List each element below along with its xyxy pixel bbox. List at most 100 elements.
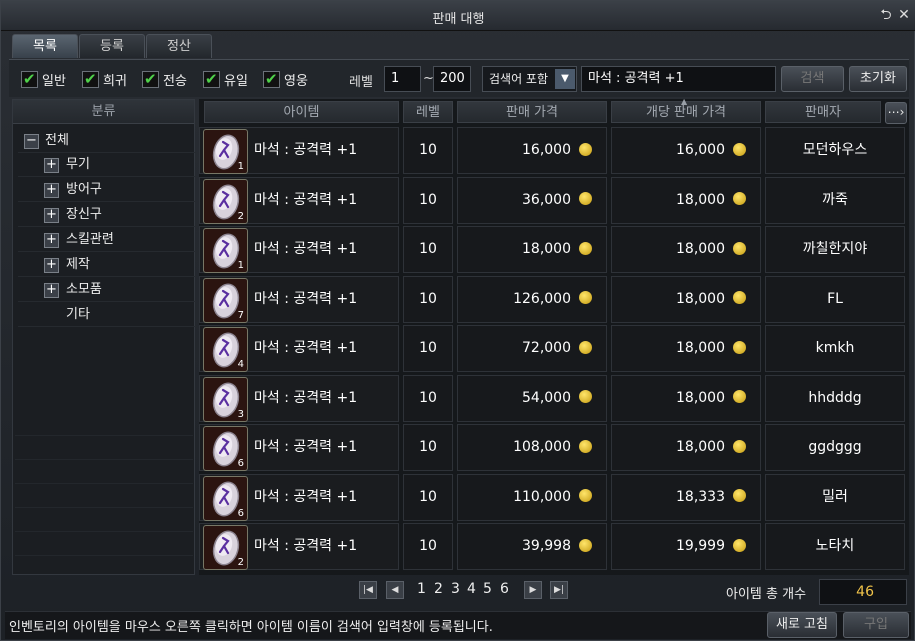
prev-page-button[interactable]: ◀ [386, 581, 404, 599]
rune-stone-icon[interactable]: 6 [203, 426, 248, 471]
rune-stone-icon[interactable]: 6 [203, 475, 248, 521]
rune-stone-icon[interactable]: 2 [203, 178, 248, 224]
table-row[interactable]: 3 마석 : 공격력 +1 10 54,000 18,000 hhdddg [199, 374, 909, 424]
category-item-weapon[interactable]: + 무기 [18, 153, 196, 177]
buy-button[interactable]: 구입 [843, 612, 909, 638]
page-4[interactable]: 4 [467, 581, 476, 597]
checkbox-icon[interactable] [82, 70, 99, 88]
category-label: 소모품 [66, 282, 102, 297]
checkbox-icon[interactable] [263, 70, 280, 88]
last-page-button[interactable]: ▶| [550, 581, 568, 599]
level-cell: 10 [403, 176, 453, 224]
level-max-input[interactable]: 200 [433, 66, 471, 92]
item-cell[interactable]: 6 마석 : 공격력 +1 [199, 473, 399, 521]
price-cell: 110,000 [457, 473, 607, 521]
next-page-button[interactable]: ▶ [524, 581, 542, 599]
seller-cell: 까칠한지야 [765, 226, 905, 273]
expand-icon[interactable]: + [44, 258, 59, 273]
chevron-down-icon[interactable]: ▼ [555, 69, 575, 89]
tab-register[interactable]: 등록 [79, 34, 145, 58]
checkbox-icon[interactable] [142, 70, 159, 88]
return-arrow-icon[interactable]: ⮌ [878, 7, 894, 23]
category-item-armor[interactable]: + 방어구 [18, 178, 196, 202]
rune-stone-icon[interactable]: 1 [203, 129, 248, 174]
gold-coin-icon [733, 439, 746, 453]
grade-checkbox-legacy[interactable]: 전승 [142, 69, 187, 89]
level-min-input[interactable]: 1 [384, 66, 421, 92]
item-cell[interactable]: 1 마석 : 공격력 +1 [199, 226, 399, 273]
table-row[interactable]: 6 마석 : 공격력 +1 10 110,000 18,333 밀러 [199, 473, 909, 523]
price-value: 54,000 [522, 389, 571, 406]
search-input[interactable]: 마석 : 공격력 +1 [581, 66, 776, 92]
checkbox-icon[interactable] [203, 70, 220, 88]
close-icon[interactable]: ✕ [896, 7, 912, 23]
stack-count: 3 [237, 408, 244, 420]
column-header-price[interactable]: 판매 가격 [457, 101, 607, 123]
gold-coin-icon [733, 538, 746, 552]
table-row[interactable]: 2 마석 : 공격력 +1 10 39,998 19,999 노타치 [199, 523, 909, 572]
expand-icon[interactable]: + [44, 283, 59, 298]
rune-stone-icon[interactable]: 1 [203, 228, 248, 273]
search-mode-select[interactable]: 검색어 포함 ▼ [482, 66, 577, 92]
table-row[interactable]: 1 마석 : 공격력 +1 10 16,000 16,000 모던하우스 [199, 127, 909, 176]
reset-button[interactable]: 초기화 [849, 66, 907, 92]
item-cell[interactable]: 7 마석 : 공격력 +1 [199, 275, 399, 323]
expand-icon[interactable]: + [44, 233, 59, 248]
expand-icon[interactable]: + [44, 158, 59, 173]
page-5[interactable]: 5 [483, 581, 492, 597]
item-cell[interactable]: 3 마석 : 공격력 +1 [199, 374, 399, 422]
search-button[interactable]: 검색 [781, 66, 844, 92]
column-header-level[interactable]: 레벨 [403, 101, 453, 123]
category-item-all[interactable]: − 전체 [18, 129, 196, 153]
grade-checkbox-hero[interactable]: 영웅 [263, 69, 308, 89]
grade-checkbox-common[interactable]: 일반 [21, 69, 66, 89]
title-bar[interactable]: 판매 대행 ⮌ ✕ [1, 1, 915, 31]
refresh-button[interactable]: 새로 고침 [767, 612, 837, 638]
table-row[interactable]: 6 마석 : 공격력 +1 10 108,000 18,000 ggdggg [199, 424, 909, 473]
category-item-craft[interactable]: + 제작 [18, 253, 196, 277]
category-item-skill[interactable]: + 스킬관련 [18, 228, 196, 252]
column-header-item[interactable]: 아이템 [204, 101, 399, 123]
filter-bar: 일반 희귀 전승 유일 영웅 레벨 1 ~ 200 검색어 포함 ▼ 마석 : … [9, 59, 909, 97]
category-item-consumable[interactable]: + 소모품 [18, 278, 196, 302]
page-6[interactable]: 6 [500, 581, 509, 597]
table-row[interactable]: 1 마석 : 공격력 +1 10 18,000 18,000 까칠한지야 [199, 226, 909, 275]
page-3[interactable]: 3 [451, 581, 460, 597]
gold-coin-icon [733, 340, 746, 354]
column-header-seller[interactable]: 판매자 [765, 101, 881, 123]
category-label: 전체 [45, 133, 69, 148]
level-cell: 10 [403, 325, 453, 372]
unit-price-value: 16,000 [676, 142, 725, 158]
item-cell[interactable]: 1 마석 : 공격력 +1 [199, 127, 399, 174]
rune-stone-icon[interactable]: 2 [203, 525, 248, 570]
sort-asc-icon: ▲ [681, 97, 688, 106]
category-item-etc[interactable]: 기타 [18, 303, 196, 327]
checkbox-icon[interactable] [21, 70, 38, 88]
level-label: 레벨 [349, 75, 373, 90]
page-1[interactable]: 1 [417, 581, 426, 597]
page-2[interactable]: 2 [434, 581, 443, 597]
grade-checkbox-unique[interactable]: 유일 [203, 69, 248, 89]
rune-stone-icon[interactable]: 4 [203, 327, 248, 372]
table-row[interactable]: 7 마석 : 공격력 +1 10 126,000 18,000 FL [199, 275, 909, 325]
table-row[interactable]: 4 마석 : 공격력 +1 10 72,000 18,000 kmkh [199, 325, 909, 374]
price-value: 108,000 [513, 439, 571, 455]
first-page-button[interactable]: |◀ [359, 581, 377, 599]
tab-settle[interactable]: 정산 [146, 34, 212, 58]
grade-checkbox-rare[interactable]: 희귀 [82, 69, 127, 89]
arrow-right-icon[interactable]: ⋯› [885, 102, 907, 124]
table-row[interactable]: 2 마석 : 공격력 +1 10 36,000 18,000 까죽 [199, 176, 909, 226]
item-cell[interactable]: 4 마석 : 공격력 +1 [199, 325, 399, 372]
category-item-accessory[interactable]: + 장신구 [18, 203, 196, 227]
item-cell[interactable]: 6 마석 : 공격력 +1 [199, 424, 399, 471]
collapse-icon[interactable]: − [24, 134, 39, 149]
item-cell[interactable]: 2 마석 : 공격력 +1 [199, 176, 399, 224]
rune-stone-icon[interactable]: 3 [203, 376, 248, 422]
expand-icon[interactable]: + [44, 208, 59, 223]
rune-stone-icon[interactable]: 7 [203, 277, 248, 323]
unit-price-value: 18,000 [676, 389, 725, 406]
item-cell[interactable]: 2 마석 : 공격력 +1 [199, 523, 399, 570]
tab-list[interactable]: 목록 [12, 34, 78, 58]
expand-icon[interactable]: + [44, 183, 59, 198]
stack-count: 1 [237, 161, 244, 172]
